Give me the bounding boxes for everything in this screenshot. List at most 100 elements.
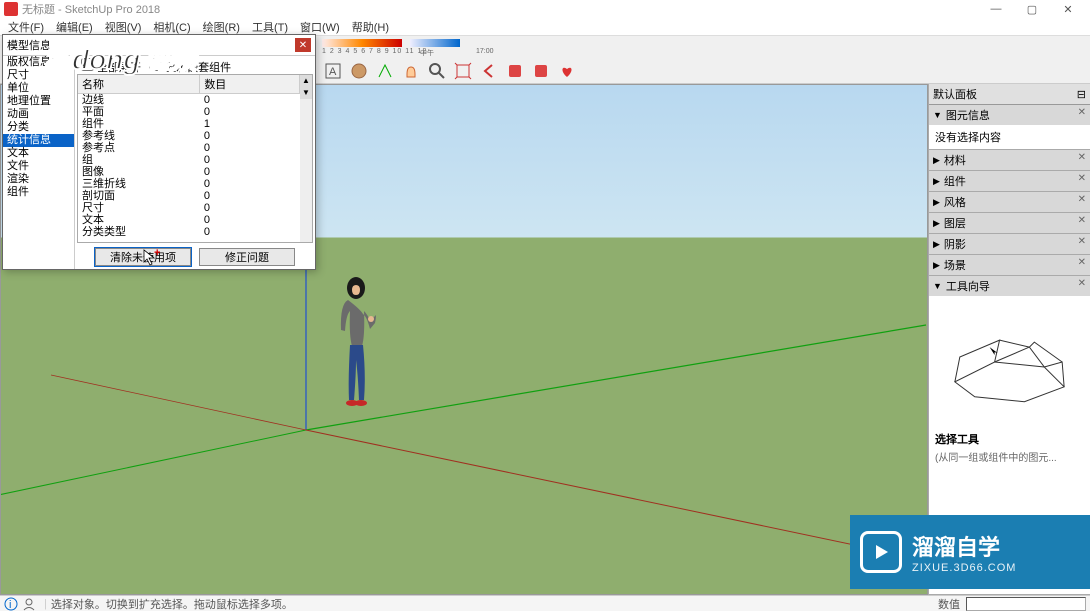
dialog-category-list[interactable]: 版权信息尺寸单位地理位置动画分类统计信息文本文件渲染组件: [3, 56, 75, 269]
svg-text:i: i: [9, 599, 11, 611]
panel-entity-info-label: 图元信息: [946, 107, 990, 123]
panel-图层[interactable]: ▶图层✕: [929, 213, 1090, 233]
play-icon: [860, 531, 902, 573]
scroll-down-icon[interactable]: ▼: [300, 87, 312, 99]
status-bar: i | 选择对象。切换到扩充选择。拖动鼠标选择多项。 数值: [0, 595, 1090, 611]
dialog-titlebar[interactable]: 模型信息 ✕: [3, 35, 315, 55]
measure-input[interactable]: [966, 597, 1086, 611]
shadow-time-slider[interactable]: [410, 39, 460, 47]
app-icon: [4, 2, 18, 16]
entity-info-body: 没有选择内容: [929, 125, 1090, 149]
col-name[interactable]: 名称: [78, 75, 200, 94]
brand-url: ZIXUE.3D66.COM: [912, 562, 1016, 574]
close-icon[interactable]: ✕: [1078, 236, 1086, 247]
category-item[interactable]: 组件: [3, 186, 74, 199]
scale-numbers: 1 2 3 4 5 6 7 8 9 10 11 12: [322, 48, 427, 55]
tool-icon-prev[interactable]: [478, 60, 500, 82]
purge-unused-button[interactable]: 清除未使用项: [95, 248, 191, 266]
panel-instructor[interactable]: ▼ 工具向导 ✕: [929, 276, 1090, 296]
fix-problems-button[interactable]: 修正问题: [199, 248, 295, 266]
category-item[interactable]: 文本: [3, 147, 74, 160]
category-item[interactable]: 渲染: [3, 173, 74, 186]
maximize-button[interactable]: ▢: [1014, 0, 1050, 18]
expand-icon: ▼: [933, 281, 942, 291]
table-row[interactable]: 剖切面0: [78, 190, 300, 202]
panel-风格[interactable]: ▶风格✕: [929, 192, 1090, 212]
col-count[interactable]: 数目: [200, 75, 300, 94]
model-info-dialog: 模型信息 ✕ 版权信息尺寸单位地理位置动画分类统计信息文本文件渲染组件 全部展开…: [2, 34, 316, 270]
brand-name: 溜溜自学: [912, 530, 1016, 562]
category-item[interactable]: 文件: [3, 160, 74, 173]
brand-overlay: 溜溜自学 ZIXUE.3D66.COM: [850, 515, 1090, 589]
check-expand-all[interactable]: 全部展开: [81, 58, 141, 75]
window-title: 无标题 - SketchUp Pro 2018: [22, 1, 978, 17]
tool-icon-axis[interactable]: [374, 60, 396, 82]
table-row[interactable]: 图像0: [78, 166, 300, 178]
category-item[interactable]: 单位: [3, 82, 74, 95]
svg-text:A: A: [329, 66, 337, 78]
table-row[interactable]: 参考线0: [78, 130, 300, 142]
instructor-illustration: [935, 302, 1084, 422]
close-icon[interactable]: ✕: [1078, 194, 1086, 205]
status-info-icon[interactable]: i: [4, 597, 18, 611]
panel-材料[interactable]: ▶材料✕: [929, 150, 1090, 170]
collapse-icon: ▶: [933, 155, 940, 166]
menu-help[interactable]: 帮助(H): [346, 17, 395, 37]
collapse-icon: ▶: [933, 176, 940, 187]
panel-场景[interactable]: ▶场景✕: [929, 255, 1090, 275]
scroll-up-icon[interactable]: ▲: [300, 75, 312, 87]
check-show-nested[interactable]: 显示嵌套组件: [149, 58, 231, 75]
dialog-close-button[interactable]: ✕: [295, 38, 311, 52]
tool-icon-extents[interactable]: [452, 60, 474, 82]
statistics-table: 名称 数目 边线0平面0组件1参考线0参考点0组0图像0三维折线0剖切面0尺寸0…: [77, 74, 313, 243]
category-item[interactable]: 尺寸: [3, 69, 74, 82]
close-icon[interactable]: ✕: [1078, 278, 1086, 289]
tray-header-label: 默认面板: [933, 86, 977, 102]
close-icon[interactable]: ✕: [1078, 215, 1086, 226]
collapse-icon: ▶: [933, 239, 940, 250]
window-close-button[interactable]: ✕: [1050, 0, 1086, 18]
tray-pin-icon[interactable]: ⊟: [1077, 88, 1086, 101]
panel-阴影[interactable]: ▶阴影✕: [929, 234, 1090, 254]
close-icon[interactable]: ✕: [1078, 257, 1086, 268]
collapse-icon: ▶: [933, 197, 940, 208]
default-person-component[interactable]: [331, 275, 381, 435]
tool-icon-heart[interactable]: [556, 60, 578, 82]
status-user-icon[interactable]: [22, 597, 36, 611]
table-row[interactable]: 分类类型0: [78, 226, 300, 238]
close-icon[interactable]: ✕: [1078, 107, 1086, 118]
table-row[interactable]: 三维折线0: [78, 178, 300, 190]
panel-entity-info[interactable]: ▼ 图元信息 ✕: [929, 105, 1090, 125]
tool-icon-zoom[interactable]: [426, 60, 448, 82]
table-row[interactable]: 边线0: [78, 94, 300, 107]
status-hint: 选择对象。切换到扩充选择。拖动鼠标选择多项。: [51, 596, 293, 612]
tool-icon-a[interactable]: A: [322, 60, 344, 82]
panel-instructor-label: 工具向导: [946, 278, 990, 294]
scrollbar[interactable]: ▲ ▼: [300, 75, 312, 242]
noon-label: 中午: [420, 48, 434, 58]
instructor-hint: (从同一组或组件中的图元...: [935, 449, 1084, 464]
close-icon[interactable]: ✕: [1078, 152, 1086, 163]
minimize-button[interactable]: —: [978, 0, 1014, 18]
table-row[interactable]: 文本0: [78, 214, 300, 226]
category-item[interactable]: 动画: [3, 108, 74, 121]
tray-header[interactable]: 默认面板 ⊟: [929, 84, 1090, 105]
table-row[interactable]: 参考点0: [78, 142, 300, 154]
panel-组件[interactable]: ▶组件✕: [929, 171, 1090, 191]
table-row[interactable]: 组件1: [78, 118, 300, 130]
category-item[interactable]: 统计信息: [3, 134, 74, 147]
category-item[interactable]: 版权信息: [3, 56, 74, 69]
tool-icon-red2[interactable]: [530, 60, 552, 82]
tool-icon-hand[interactable]: [400, 60, 422, 82]
tool-icon-palette[interactable]: [348, 60, 370, 82]
close-icon[interactable]: ✕: [1078, 173, 1086, 184]
category-item[interactable]: 分类: [3, 121, 74, 134]
category-item[interactable]: 地理位置: [3, 95, 74, 108]
tool-icon-red1[interactable]: [504, 60, 526, 82]
table-row[interactable]: 平面0: [78, 106, 300, 118]
collapse-icon: ▶: [933, 260, 940, 271]
collapse-icon: ▶: [933, 218, 940, 229]
shadow-date-slider[interactable]: [322, 39, 402, 47]
table-row[interactable]: 尺寸0: [78, 202, 300, 214]
table-row[interactable]: 组0: [78, 154, 300, 166]
